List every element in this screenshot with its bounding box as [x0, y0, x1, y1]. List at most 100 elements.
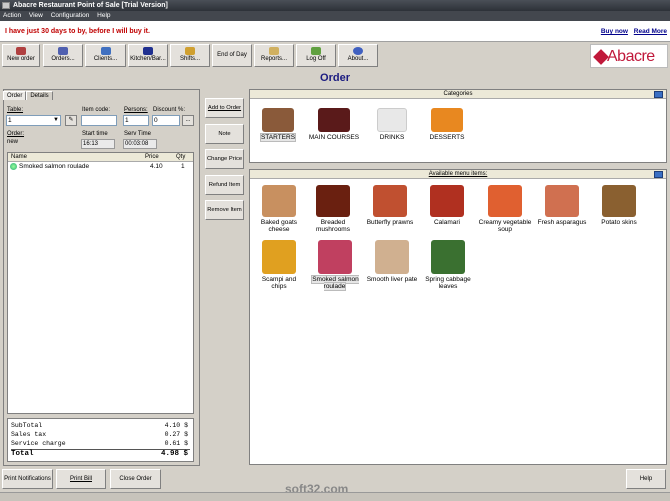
change-price-button[interactable]: Change Price [205, 149, 244, 169]
order-items-grid[interactable]: Name Price Qty Smoked salmon roulade 4.1… [7, 152, 194, 414]
menu-item-creamy-vegetable-soup[interactable]: Creamy vegetable soup [478, 185, 532, 233]
table-label: Table: [7, 107, 24, 113]
item-code-label: Item code: [82, 107, 111, 113]
discount-input[interactable]: 0 [152, 115, 180, 126]
trial-bar: I have just 30 days to by, before I will… [0, 21, 670, 42]
close-order-button[interactable]: Close Order [110, 469, 161, 489]
potato-skins-image [602, 185, 636, 217]
print-notifications-button[interactable]: Print Notifications [2, 469, 53, 489]
creamy-vegetable-soup-image [488, 185, 522, 217]
category-starters[interactable]: STARTERS [256, 108, 300, 142]
category-drinks[interactable]: DRINKS [370, 108, 414, 141]
view-grid-icon[interactable] [654, 171, 663, 178]
buy-now-link[interactable]: Buy now [601, 28, 628, 35]
end-of-day-button[interactable]: End of Day [212, 44, 252, 67]
start-time-label: Start time [82, 131, 108, 137]
menu-help[interactable]: Help [94, 11, 113, 21]
remove-item-button[interactable]: Remove Item [205, 200, 244, 220]
reports-button[interactable]: Reports... [254, 44, 294, 67]
table-row[interactable]: Smoked salmon roulade 4.10 1 [8, 162, 193, 171]
menu-item-smoked-salmon-roulade[interactable]: Smoked salmon roulade [308, 240, 362, 291]
smooth-liver-pate-image [375, 240, 409, 274]
page-title: Order [320, 72, 350, 84]
menu-view[interactable]: View [26, 11, 46, 21]
category-desserts[interactable]: DESSERTS [424, 108, 470, 141]
sales-tax-row: Sales tax 0.27 $ [11, 431, 188, 438]
new-order-button[interactable]: New order [2, 44, 40, 67]
menu-configuration[interactable]: Configuration [48, 11, 93, 21]
table-edit-button[interactable]: ✎ [65, 115, 77, 126]
persons-label: Persons: [124, 107, 148, 113]
note-button[interactable]: Note [205, 124, 244, 144]
tab-details[interactable]: Details [26, 91, 53, 100]
discount-more-button[interactable]: ... [182, 115, 194, 126]
clients-icon [100, 47, 111, 55]
help-button[interactable]: Help [626, 469, 666, 489]
new-order-icon [16, 47, 26, 55]
serv-time-value: 00:03:08 [123, 139, 157, 149]
smoked-salmon-roulade-image [318, 240, 352, 274]
col-qty[interactable]: Qty [176, 154, 185, 160]
col-name[interactable]: Name [11, 154, 27, 160]
discount-label: Discount %: [153, 107, 186, 113]
order-value: new [7, 139, 19, 145]
about-button[interactable]: About... [338, 44, 378, 67]
tab-order[interactable]: Order [3, 91, 27, 100]
col-price[interactable]: Price [145, 154, 159, 160]
item-code-input[interactable] [81, 115, 117, 126]
menu-item-smooth-liver-pate[interactable]: Smooth liver pate [364, 240, 420, 283]
scampi-and-chips-image [262, 240, 296, 274]
order-tabs: Order Details [3, 91, 53, 101]
print-bill-button[interactable]: Print Bill [56, 469, 106, 489]
row-name: Smoked salmon roulade [19, 163, 90, 170]
kitchen-bar-icon [143, 47, 153, 55]
menu-item-baked-goats-cheese[interactable]: Baked goats cheese [256, 185, 302, 233]
menu-action[interactable]: Action [0, 11, 24, 21]
menu-item-spring-cabbage-leaves[interactable]: Spring cabbage leaves [422, 240, 474, 290]
menu-item-butterfly-prawns[interactable]: Butterfly prawns [364, 185, 416, 226]
reports-icon [269, 47, 279, 55]
calamari-image [430, 185, 464, 217]
subtotal-row: SubTotal 4.10 $ [11, 422, 188, 429]
refund-item-button[interactable]: Refund Item [205, 175, 244, 195]
view-grid-icon[interactable] [654, 91, 663, 98]
service-charge-row: Service charge 0.61 $ [11, 440, 188, 447]
categories-panel: Categories STARTERS MAIN COURSES DRINKS … [249, 89, 667, 163]
menu-item-scampi-and-chips[interactable]: Scampi and chips [256, 240, 302, 290]
breaded-mushrooms-image [316, 185, 350, 217]
clients-button[interactable]: Clients... [85, 44, 126, 67]
log-off-button[interactable]: Log Off [296, 44, 336, 67]
spring-cabbage-leaves-image [431, 240, 465, 274]
toolbar: New order Orders... Clients... Kitchen/B… [0, 42, 670, 70]
chevron-down-icon: ▼ [53, 117, 59, 123]
butterfly-prawns-image [373, 185, 407, 217]
persons-input[interactable]: 1 [123, 115, 149, 126]
kitchen-bar-button[interactable]: Kitchen/Bar... [128, 44, 168, 67]
menu-item-potato-skins[interactable]: Potato skins [596, 185, 642, 226]
order-label: Order: [7, 131, 25, 137]
desserts-image [431, 108, 463, 132]
edit-icon: ✎ [68, 117, 74, 123]
menu-item-fresh-asparagus[interactable]: Fresh asparagus [534, 185, 590, 226]
serv-time-label: Serv Time [124, 131, 152, 137]
start-time-value: 16:13 [81, 139, 115, 149]
fresh-asparagus-image [545, 185, 579, 217]
category-main-courses[interactable]: MAIN COURSES [306, 108, 362, 141]
window-title: Abacre Restaurant Point of Sale [Trial V… [13, 2, 168, 9]
app-icon [2, 2, 10, 9]
about-icon [353, 47, 363, 55]
orders-button[interactable]: Orders... [43, 44, 83, 67]
table-select[interactable]: 1 ▼ [6, 115, 61, 126]
shifts-button[interactable]: Shifts... [170, 44, 210, 67]
add-to-order-button[interactable]: Add to Order [205, 98, 244, 118]
abacre-logo: Abacre [590, 44, 668, 68]
drinks-image [377, 108, 407, 132]
read-more-link[interactable]: Read More [634, 28, 667, 35]
total-row: Total 4.98 $ [11, 449, 190, 458]
menu-item-breaded-mushrooms[interactable]: Breaded mushrooms [310, 185, 356, 233]
menu-item-calamari[interactable]: Calamari [424, 185, 470, 226]
menu-items-panel: Available menu items: Baked goats cheese… [249, 169, 667, 465]
categories-header: Categories [250, 90, 666, 99]
starters-image [262, 108, 294, 132]
main-courses-image [318, 108, 350, 132]
